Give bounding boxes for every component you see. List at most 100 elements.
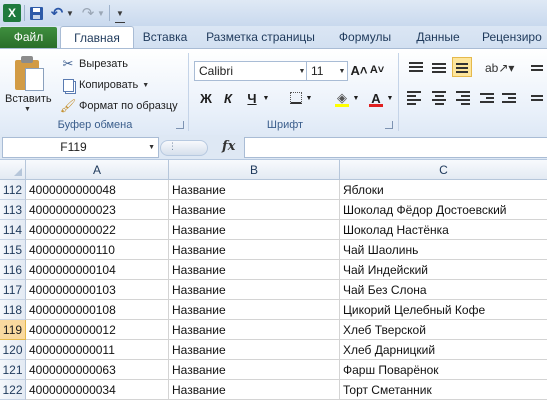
cell-a[interactable]: 4000000000022 xyxy=(26,220,169,240)
cell-b[interactable]: Название xyxy=(169,180,340,200)
merge-center-icon[interactable] xyxy=(528,89,546,107)
cell-b[interactable]: Название xyxy=(169,280,340,300)
format-painter-button[interactable]: 🖌 Формат по образцу xyxy=(60,98,178,114)
cell-c[interactable]: Хлеб Дарницкий xyxy=(340,340,547,360)
cell-a[interactable]: 4000000000034 xyxy=(26,380,169,400)
fill-color-dropdown-icon[interactable]: ▼ xyxy=(352,89,360,107)
borders-dropdown-icon[interactable]: ▼ xyxy=(305,89,313,107)
fill-color-icon[interactable]: ◈ xyxy=(334,89,350,107)
cell-b[interactable]: Название xyxy=(169,240,340,260)
save-icon[interactable] xyxy=(28,4,44,22)
font-launcher-icon[interactable] xyxy=(385,121,393,129)
name-box[interactable]: F119 ▼ xyxy=(2,137,159,158)
align-right-icon[interactable] xyxy=(452,89,470,107)
redo-dropdown-icon[interactable]: ▼ xyxy=(97,4,105,22)
row-header[interactable]: 122 xyxy=(0,380,26,400)
cell-a[interactable]: 4000000000104 xyxy=(26,260,169,280)
underline-button[interactable]: Ч xyxy=(244,89,260,107)
copy-button[interactable]: Копировать ▼ xyxy=(60,77,149,93)
excel-logo-icon[interactable]: X xyxy=(3,4,21,22)
redo-icon[interactable]: ↷ xyxy=(80,4,96,22)
customize-toolbar-icon[interactable]: ▼ xyxy=(115,4,125,23)
wrap-text-icon[interactable] xyxy=(528,59,546,77)
bold-button[interactable]: Ж xyxy=(198,89,214,107)
increase-indent-icon[interactable] xyxy=(500,89,518,107)
cell-a[interactable]: 4000000000023 xyxy=(26,200,169,220)
font-color-icon[interactable]: A xyxy=(368,89,384,107)
row-header[interactable]: 121 xyxy=(0,360,26,380)
cell-b[interactable]: Название xyxy=(169,340,340,360)
align-top-icon[interactable] xyxy=(407,59,425,77)
formula-input[interactable] xyxy=(244,137,547,158)
cell-a[interactable]: 4000000000108 xyxy=(26,300,169,320)
cell-a[interactable]: 4000000000048 xyxy=(26,180,169,200)
row-header[interactable]: 116 xyxy=(0,260,26,280)
cell-c[interactable]: Чай Шаолинь xyxy=(340,240,547,260)
cell-b[interactable]: Название xyxy=(169,380,340,400)
paste-dropdown-icon[interactable]: ▼ xyxy=(24,106,31,113)
grow-font-icon[interactable]: A˄ xyxy=(351,61,368,79)
cell-b[interactable]: Название xyxy=(169,200,340,220)
underline-dropdown-icon[interactable]: ▼ xyxy=(262,89,270,107)
cell-c[interactable]: Яблоки xyxy=(340,180,547,200)
align-center-icon[interactable] xyxy=(430,89,448,107)
align-bottom-icon[interactable] xyxy=(452,57,472,77)
cell-c[interactable]: Торт Сметанник xyxy=(340,380,547,400)
tab-home[interactable]: Главная xyxy=(60,26,134,49)
decrease-indent-icon[interactable] xyxy=(478,89,496,107)
cell-b[interactable]: Название xyxy=(169,220,340,240)
cell-a[interactable]: 4000000000063 xyxy=(26,360,169,380)
align-left-icon[interactable] xyxy=(407,89,425,107)
row-header[interactable]: 117 xyxy=(0,280,26,300)
cut-button[interactable]: ✂ Вырезать xyxy=(60,56,128,72)
font-color-dropdown-icon[interactable]: ▼ xyxy=(386,89,394,107)
row-header[interactable]: 118 xyxy=(0,300,26,320)
row-header[interactable]: 115 xyxy=(0,240,26,260)
cell-c[interactable]: Шоколад Настёнка xyxy=(340,220,547,240)
tab-file[interactable]: Файл xyxy=(0,27,57,48)
chevron-down-icon[interactable]: ▼ xyxy=(148,138,155,157)
row-header[interactable]: 113 xyxy=(0,200,26,220)
cell-a[interactable]: 4000000000012 xyxy=(26,320,169,340)
align-middle-icon[interactable] xyxy=(430,59,448,77)
insert-function-icon[interactable]: fx xyxy=(222,137,235,156)
row-header[interactable]: 112 xyxy=(0,180,26,200)
italic-button[interactable]: К xyxy=(220,89,236,107)
cell-a[interactable]: 4000000000110 xyxy=(26,240,169,260)
cell-a[interactable]: 4000000000011 xyxy=(26,340,169,360)
tab-insert[interactable]: Вставка xyxy=(140,26,190,48)
cell-c[interactable]: Чай Без Слона xyxy=(340,280,547,300)
tab-page-layout[interactable]: Разметка страницы xyxy=(203,26,318,48)
cell-c[interactable]: Цикорий Целебный Кофе xyxy=(340,300,547,320)
column-header-c[interactable]: C xyxy=(340,160,547,180)
cell-a[interactable]: 4000000000103 xyxy=(26,280,169,300)
paste-button-label[interactable]: Вставить xyxy=(5,93,52,105)
tab-review[interactable]: Рецензиро xyxy=(482,26,547,48)
cell-b[interactable]: Название xyxy=(169,260,340,280)
cell-c[interactable]: Чай Индейский xyxy=(340,260,547,280)
shrink-font-icon[interactable]: A˅ xyxy=(370,61,384,79)
select-all-corner[interactable] xyxy=(0,160,26,180)
cell-b[interactable]: Название xyxy=(169,320,340,340)
cell-c[interactable]: Хлеб Тверской xyxy=(340,320,547,340)
copy-dropdown-icon[interactable]: ▼ xyxy=(142,82,149,89)
cell-b[interactable]: Название xyxy=(169,300,340,320)
tab-formulas[interactable]: Формулы xyxy=(334,26,396,48)
paste-icon[interactable] xyxy=(15,56,45,91)
cell-c[interactable]: Шоколад Фёдор Достоевский xyxy=(340,200,547,220)
orientation-icon[interactable]: ab↗▾ xyxy=(485,59,514,77)
borders-icon[interactable] xyxy=(288,89,304,107)
font-name-select[interactable]: Calibri ▼ xyxy=(194,61,308,81)
column-header-a[interactable]: A xyxy=(26,160,169,180)
undo-dropdown-icon[interactable]: ▼ xyxy=(66,4,74,22)
column-header-b[interactable]: B xyxy=(169,160,340,180)
cell-b[interactable]: Название xyxy=(169,360,340,380)
row-header[interactable]: 114 xyxy=(0,220,26,240)
row-header[interactable]: 120 xyxy=(0,340,26,360)
clipboard-launcher-icon[interactable] xyxy=(176,121,184,129)
tab-data[interactable]: Данные xyxy=(412,26,464,48)
cell-c[interactable]: Фарш Поварёнок xyxy=(340,360,547,380)
font-size-select[interactable]: 11 ▼ xyxy=(306,61,348,81)
row-header[interactable]: 119 xyxy=(0,320,26,340)
undo-icon[interactable]: ↶ xyxy=(49,4,65,22)
